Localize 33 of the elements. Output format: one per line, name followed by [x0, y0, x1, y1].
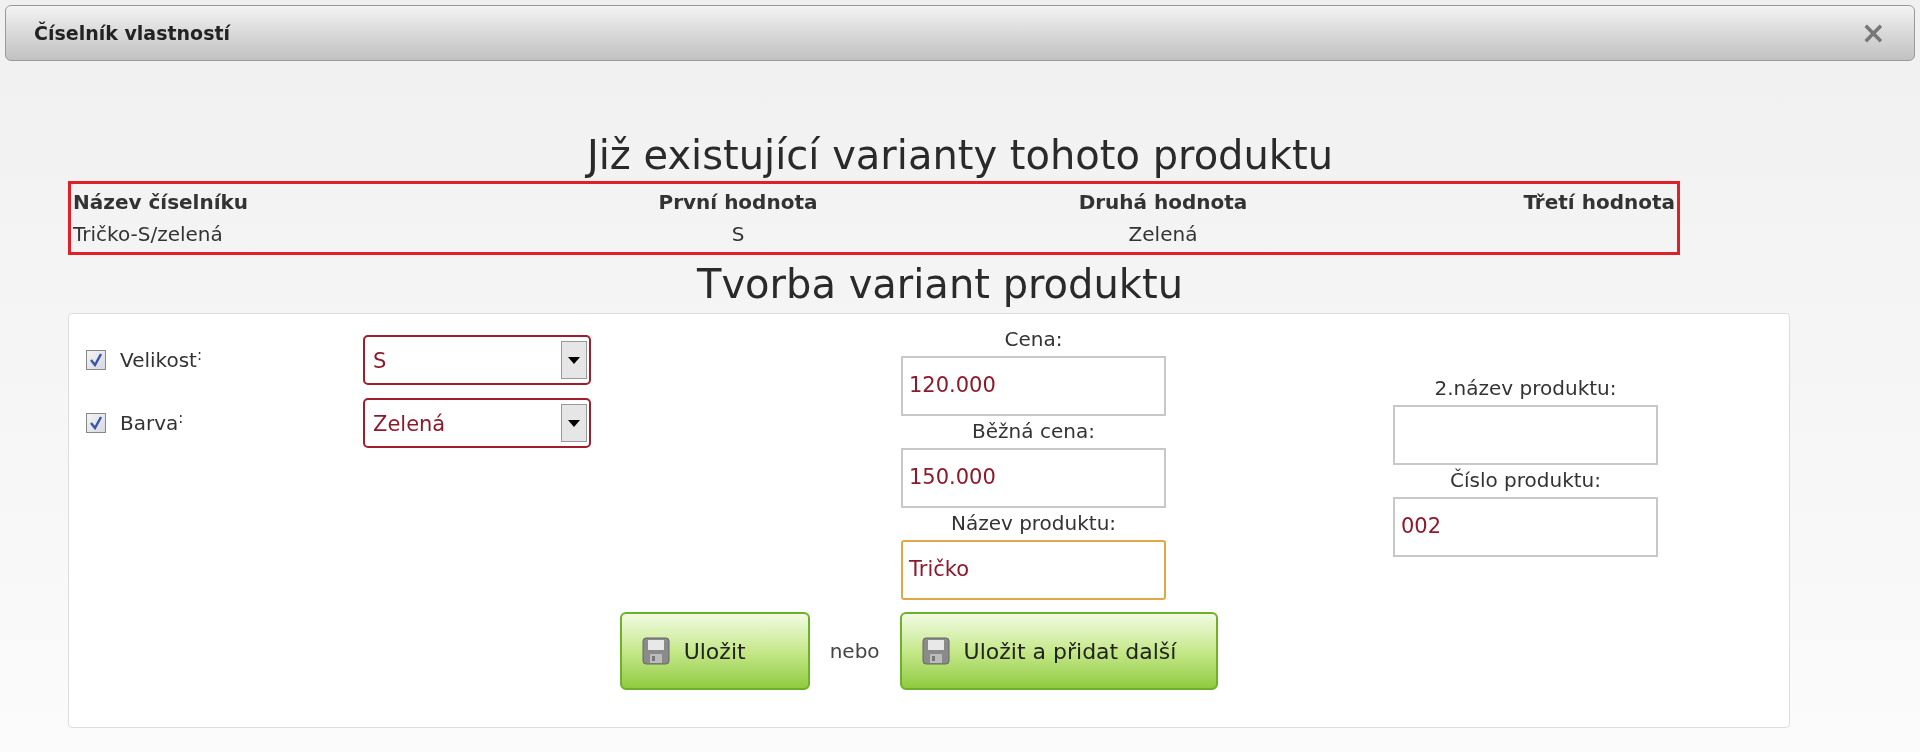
save-button[interactable]: Uložit [619, 612, 810, 690]
separator-text: nebo [829, 638, 880, 665]
field-label: Běžná cena: [972, 418, 1095, 444]
table-cell-text: Tričko-S/zelená [73, 221, 224, 248]
caret-down-icon [561, 341, 587, 379]
table-cell-text: Zelená [1127, 221, 1199, 248]
window-title: Číselník vlastností [34, 20, 231, 46]
property-label: Velikost$^{:}$ [120, 345, 203, 374]
text-field[interactable]: Tričko [901, 540, 1166, 600]
column-header: První hodnota [657, 189, 819, 216]
checkbox[interactable] [86, 350, 106, 370]
text-field[interactable]: 120.000 [901, 356, 1166, 416]
dropdown[interactable]: Zelená [363, 398, 591, 448]
section-heading: Již existující varianty tohoto produktu [584, 131, 1335, 180]
text-field[interactable]: 150.000 [901, 448, 1166, 508]
field-label: Název produktu: [950, 510, 1117, 536]
text-field[interactable]: 002 [1393, 497, 1658, 557]
column-header: Třetí hodnota [1522, 189, 1675, 216]
section-heading: Tvorba variant produktu [696, 260, 1184, 309]
column-header: Druhá hodnota [1077, 189, 1249, 216]
field-label: 2.název produktu: [1434, 375, 1617, 401]
dropdown[interactable]: S [363, 335, 591, 385]
caret-down-icon [561, 404, 587, 442]
table-cell-text: S [730, 221, 746, 248]
text-field[interactable] [1393, 405, 1658, 465]
field-label: Číslo produktu: [1450, 467, 1601, 493]
checkbox[interactable] [86, 413, 106, 433]
field-label: Cena: [1004, 326, 1063, 352]
column-header: Název číselníku [73, 189, 250, 216]
checkmark-icon [89, 416, 103, 430]
save-button[interactable]: Uložit a přidat další [899, 612, 1219, 690]
checkmark-icon [89, 353, 103, 367]
property-label: Barva$^{:}$ [120, 408, 185, 437]
